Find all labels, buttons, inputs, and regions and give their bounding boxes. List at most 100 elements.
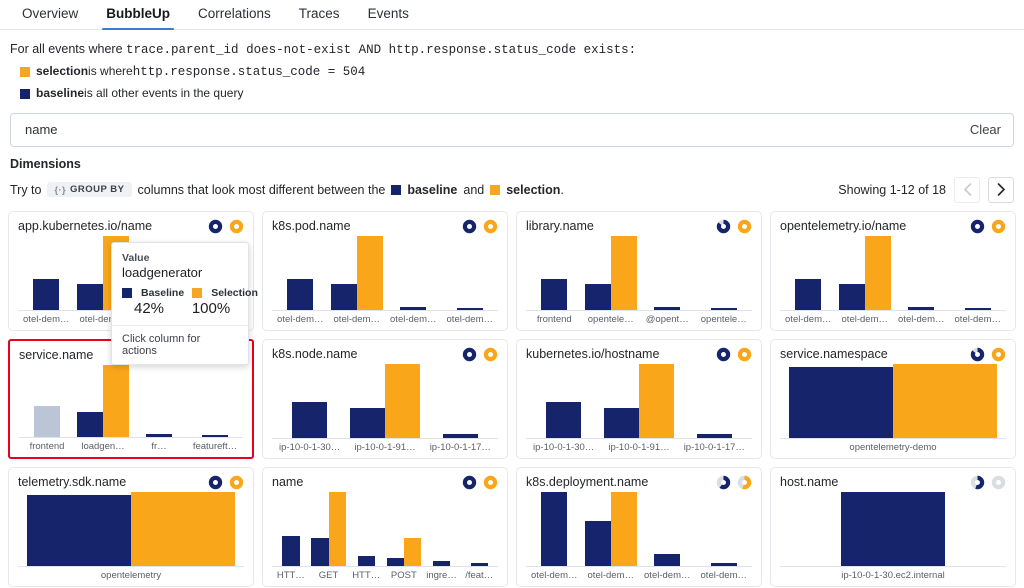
- chart-category-column[interactable]: [18, 236, 75, 310]
- chart-category-column[interactable]: [837, 236, 894, 310]
- baseline-bar: [433, 561, 450, 565]
- chart-category-column[interactable]: [780, 236, 837, 310]
- chart-category-column[interactable]: [442, 236, 499, 310]
- chart-category-column[interactable]: [639, 236, 696, 310]
- dimension-card[interactable]: k8s.deployment.nameotel-dem…otel-dem…ote…: [516, 467, 762, 587]
- bar-pair: [950, 236, 1007, 310]
- chart-category-column[interactable]: [187, 365, 243, 437]
- selection-donut-icon: [229, 219, 244, 234]
- chart-category-column[interactable]: [526, 236, 583, 310]
- chart-category-column[interactable]: [385, 492, 423, 566]
- group-by-label: GROUP BY: [70, 184, 125, 195]
- chart-category-column[interactable]: [75, 365, 131, 437]
- chart-category-column[interactable]: [526, 364, 601, 438]
- card-title: service.namespace: [780, 347, 888, 361]
- dimension-card[interactable]: kubernetes.io/hostnameip-10-0-1-30…ip-10…: [516, 339, 762, 459]
- card-header: host.name: [780, 475, 1006, 490]
- chart-category-column[interactable]: [639, 492, 696, 566]
- tab-bubbleup[interactable]: BubbleUp: [92, 2, 184, 29]
- category-label: /feat…: [460, 570, 498, 581]
- baseline-bar: [282, 536, 299, 566]
- baseline-bar: [350, 408, 385, 438]
- card-title: service.name: [19, 348, 93, 362]
- bar-chart: [526, 236, 752, 311]
- dimension-card[interactable]: telemetry.sdk.nameopentelemetry: [8, 467, 254, 587]
- dimension-card[interactable]: opentelemetry.io/nameotel-dem…otel-dem…o…: [770, 211, 1016, 331]
- bar-pair: [272, 364, 347, 438]
- bar-pair: [347, 364, 422, 438]
- selection-bar: [103, 365, 129, 437]
- bar-pair: [187, 365, 243, 437]
- tooltip-baseline-pct: 42%: [122, 300, 176, 317]
- prev-page-button[interactable]: [954, 177, 980, 203]
- bar-pair: [18, 492, 244, 566]
- chart-category-column[interactable]: [780, 492, 1006, 566]
- chart-category-column[interactable]: [272, 236, 329, 310]
- baseline-donut-icon: [970, 475, 985, 490]
- dimension-card[interactable]: service.namespaceopentelemetry-demo: [770, 339, 1016, 459]
- group-by-button[interactable]: {·} GROUP BY: [47, 182, 131, 197]
- tab-traces[interactable]: Traces: [285, 2, 354, 29]
- baseline-bar: [654, 307, 680, 310]
- baseline-bar: [77, 284, 103, 309]
- pagination-status: Showing 1-12 of 18: [838, 183, 946, 197]
- bar-pair: [696, 236, 753, 310]
- category-label: otel-dem…: [950, 314, 1007, 325]
- baseline-donut-icon: [462, 219, 477, 234]
- donut-indicators: [208, 219, 244, 234]
- baseline-donut-icon: [208, 219, 223, 234]
- baseline-bar: [387, 558, 404, 565]
- chart-category-column[interactable]: [780, 364, 1006, 438]
- chart-category-column[interactable]: [272, 492, 310, 566]
- search-box[interactable]: Clear: [10, 113, 1014, 147]
- chart-category-column[interactable]: [272, 364, 347, 438]
- chart-category-column[interactable]: [310, 492, 348, 566]
- selection-donut-icon: [991, 475, 1006, 490]
- chart-category-column[interactable]: [347, 492, 385, 566]
- query-prefix: For all events where: [10, 42, 126, 56]
- chart-category-column[interactable]: [460, 492, 498, 566]
- dimension-card[interactable]: nameHTT…GETHTT…POSTingre…/feat…: [262, 467, 508, 587]
- baseline-bar: [27, 495, 131, 566]
- selection-bar: [404, 538, 421, 565]
- chart-category-column[interactable]: [131, 365, 187, 437]
- dimension-card[interactable]: k8s.pod.nameotel-dem…otel-dem…otel-dem…o…: [262, 211, 508, 331]
- dimension-card[interactable]: host.nameip-10-0-1-30.ec2.internal: [770, 467, 1016, 587]
- chart-category-column[interactable]: [601, 364, 676, 438]
- card-header: telemetry.sdk.name: [18, 475, 244, 490]
- dimension-card[interactable]: k8s.node.nameip-10-0-1-30…ip-10-0-1-91…i…: [262, 339, 508, 459]
- search-input[interactable]: [23, 121, 960, 138]
- chart-category-column[interactable]: [526, 492, 583, 566]
- bar-pair: [526, 236, 583, 310]
- chart-category-column[interactable]: [583, 236, 640, 310]
- chart-category-column[interactable]: [347, 364, 422, 438]
- selection-swatch-inline: [490, 185, 500, 195]
- chart-category-column[interactable]: [677, 364, 752, 438]
- and-text: and: [463, 183, 484, 197]
- chart-category-column[interactable]: [950, 236, 1007, 310]
- chart-category-column[interactable]: [696, 492, 753, 566]
- next-page-button[interactable]: [988, 177, 1014, 203]
- selection-legend-connector: is where: [88, 63, 133, 80]
- clear-button[interactable]: Clear: [960, 122, 1001, 137]
- tab-events[interactable]: Events: [354, 2, 423, 29]
- chart-category-column[interactable]: [893, 236, 950, 310]
- bar-chart: [780, 236, 1006, 311]
- tooltip-value: loadgenerator: [122, 265, 238, 280]
- chart-category-column[interactable]: [385, 236, 442, 310]
- chart-category-column[interactable]: [329, 236, 386, 310]
- baseline-bar: [146, 434, 172, 437]
- chart-category-column[interactable]: [696, 236, 753, 310]
- baseline-bar: [33, 279, 59, 310]
- chart-category-column[interactable]: [19, 365, 75, 437]
- dimension-card[interactable]: library.namefrontendopentele…@opent…open…: [516, 211, 762, 331]
- tab-overview[interactable]: Overview: [8, 2, 92, 29]
- donut-indicators: [970, 475, 1006, 490]
- chart-category-column[interactable]: [583, 492, 640, 566]
- donut-indicators: [462, 475, 498, 490]
- bar-pair: [780, 236, 837, 310]
- tab-correlations[interactable]: Correlations: [184, 2, 285, 29]
- chart-category-column[interactable]: [423, 364, 498, 438]
- chart-category-column[interactable]: [18, 492, 244, 566]
- chart-category-column[interactable]: [423, 492, 461, 566]
